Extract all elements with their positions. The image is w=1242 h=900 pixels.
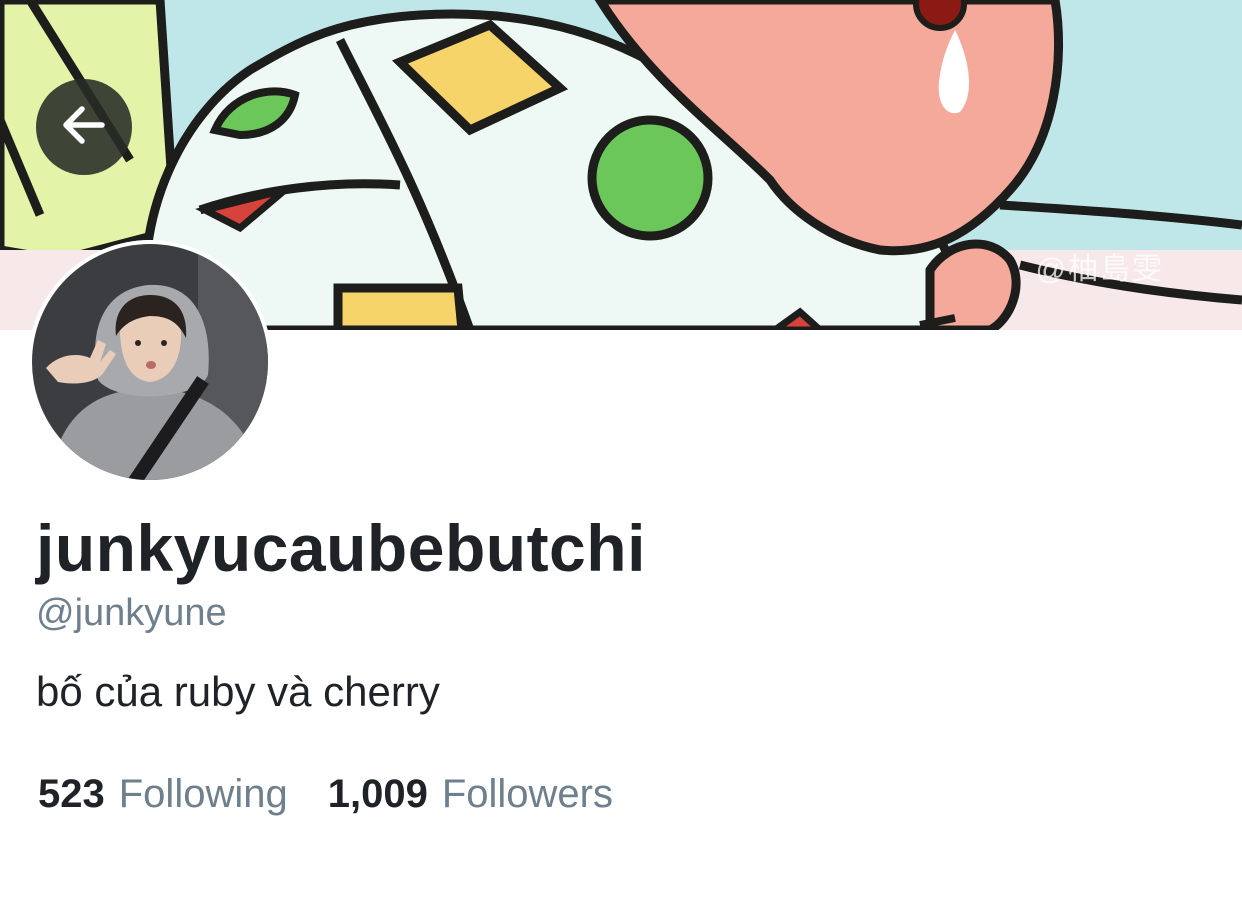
- follow-stats: 523 Following 1,009 Followers: [38, 772, 613, 817]
- back-button[interactable]: [36, 79, 132, 175]
- following-label: Following: [118, 772, 288, 816]
- arrow-left-icon: [58, 99, 110, 156]
- avatar-photo: [28, 240, 272, 484]
- display-name: junkyucaubebutchi: [36, 511, 646, 585]
- following-count: 523: [38, 772, 105, 816]
- profile-page: @柚島雯 junkyucaubebutchi @junkyune bố của …: [0, 0, 1242, 900]
- followers-link[interactable]: 1,009 Followers: [328, 772, 613, 817]
- avatar[interactable]: [28, 240, 272, 484]
- following-link[interactable]: 523 Following: [38, 772, 288, 817]
- profile-bio: bố của ruby và cherry: [36, 668, 440, 715]
- user-handle: @junkyune: [36, 592, 227, 634]
- followers-label: Followers: [441, 772, 613, 816]
- followers-count: 1,009: [327, 772, 428, 816]
- banner-watermark: @柚島雯: [1035, 253, 1164, 286]
